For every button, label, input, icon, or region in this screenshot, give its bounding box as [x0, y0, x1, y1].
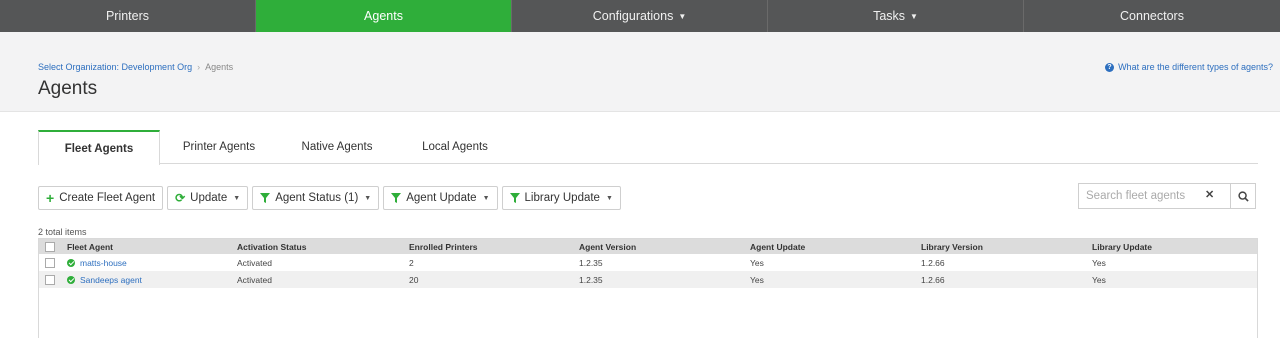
select-all-checkbox[interactable] — [45, 241, 55, 252]
nav-configurations-label: Configurations — [592, 9, 674, 23]
help-link[interactable]: ? What are the different types of agents? — [1105, 62, 1273, 72]
column-header-library-version[interactable]: Library Version — [917, 239, 1088, 254]
clear-icon[interactable]: ✕ — [1205, 188, 1214, 201]
header-band — [0, 32, 1280, 112]
fleet-agents-table: Fleet Agent Activation Status Enrolled P… — [39, 239, 1257, 288]
update-button[interactable]: ⟳ Update ▼ — [167, 186, 249, 210]
search-box: ✕ — [1078, 183, 1256, 209]
nav-tasks-label: Tasks — [873, 9, 906, 23]
select-all-cell — [39, 239, 63, 254]
tab-printer-agents-label: Printer Agents — [182, 141, 256, 153]
create-fleet-agent-label: Create Fleet Agent — [59, 192, 156, 204]
fleet-agent-cell: matts-house — [63, 254, 233, 271]
library-version-cell: 1.2.66 — [921, 274, 945, 285]
tab-native-agents-label: Native Agents — [301, 141, 373, 153]
check-circle-icon — [67, 276, 75, 285]
nav-agents[interactable]: Agents — [256, 0, 512, 32]
nav-printers-label: Printers — [105, 9, 150, 23]
total-items-count: 2 total items — [38, 227, 87, 237]
agent-tabs: Fleet Agents Printer Agents Native Agent… — [38, 130, 1258, 165]
row-checkbox[interactable] — [45, 274, 55, 285]
caret-down-icon: ▼ — [605, 194, 613, 202]
agent-status-filter-button[interactable]: Agent Status (1) ▼ — [252, 186, 380, 210]
activation-status-cell: Activated — [237, 257, 272, 268]
tab-local-agents-label: Local Agents — [422, 141, 488, 153]
page-title: Agents — [38, 78, 98, 99]
breadcrumb: Select Organization: Development Org › Age… — [38, 62, 233, 72]
caret-down-icon: ▼ — [482, 194, 490, 202]
caret-down-icon: ▼ — [910, 11, 918, 21]
agent-version-cell: 1.2.35 — [579, 274, 603, 285]
column-header-agent-version[interactable]: Agent Version — [575, 239, 746, 254]
table-header-row: Fleet Agent Activation Status Enrolled P… — [39, 239, 1257, 254]
library-update-cell: Yes — [1092, 274, 1106, 285]
table-row[interactable]: Sandeeps agent Activated 20 1.2.35 Yes 1… — [39, 271, 1257, 288]
caret-down-icon: ▼ — [678, 11, 687, 21]
fleet-agent-link[interactable]: Sandeeps agent — [80, 275, 142, 285]
toolbar: + Create Fleet Agent ⟳ Update ▼ Agent Statu… — [38, 186, 621, 210]
column-header-agent-update[interactable]: Agent Update — [746, 239, 917, 254]
update-label: Update — [190, 192, 228, 204]
tab-native-agents[interactable]: Native Agents — [278, 130, 396, 164]
tab-fleet-agents[interactable]: Fleet Agents — [38, 130, 160, 165]
enrolled-printers-cell: 20 — [409, 274, 419, 285]
table-row[interactable]: matts-house Activated 2 1.2.35 Yes 1.2.6… — [39, 254, 1257, 271]
library-update-filter-label: Library Update — [524, 192, 600, 204]
row-checkbox[interactable] — [45, 257, 55, 268]
breadcrumb-org-link[interactable]: Select Organization: Development Org — [38, 62, 192, 72]
tab-local-agents[interactable]: Local Agents — [396, 130, 514, 164]
create-fleet-agent-button[interactable]: + Create Fleet Agent — [38, 186, 164, 210]
help-link-label: What are the different types of agents? — [1118, 62, 1273, 72]
library-version-cell: 1.2.66 — [921, 257, 945, 268]
top-nav: Printers Agents Configurations ▼ Tasks ▼ C… — [0, 0, 1280, 32]
agent-status-filter-label: Agent Status (1) — [275, 192, 359, 204]
breadcrumb-separator-icon: › — [197, 62, 201, 72]
fleet-agents-grid: Fleet Agent Activation Status Enrolled P… — [38, 238, 1258, 338]
fleet-agent-link[interactable]: matts-house — [80, 258, 127, 268]
nav-tasks[interactable]: Tasks ▼ — [768, 0, 1024, 32]
agent-update-filter-button[interactable]: Agent Update ▼ — [383, 186, 498, 210]
plus-icon: + — [46, 190, 55, 206]
filter-icon — [509, 193, 520, 203]
column-header-activation-status[interactable]: Activation Status — [233, 239, 405, 254]
filter-icon — [391, 193, 402, 203]
row-select-cell — [39, 271, 63, 288]
agent-update-cell: Yes — [750, 274, 764, 285]
search-icon — [1237, 190, 1249, 202]
tab-fleet-agents-label: Fleet Agents — [64, 142, 134, 155]
fleet-agent-cell: Sandeeps agent — [63, 271, 233, 288]
agent-update-cell: Yes — [750, 257, 764, 268]
search-button[interactable] — [1230, 183, 1256, 209]
caret-down-icon: ▼ — [364, 194, 372, 202]
question-icon: ? — [1105, 62, 1115, 72]
activation-status-cell: Activated — [237, 274, 272, 285]
refresh-icon: ⟳ — [175, 191, 186, 205]
caret-down-icon: ▼ — [233, 194, 241, 202]
row-select-cell — [39, 254, 63, 271]
nav-connectors[interactable]: Connectors — [1024, 0, 1280, 32]
library-update-filter-button[interactable]: Library Update ▼ — [501, 186, 621, 210]
library-update-cell: Yes — [1092, 257, 1106, 268]
column-header-enrolled-printers[interactable]: Enrolled Printers — [405, 239, 575, 254]
enrolled-printers-cell: 2 — [409, 257, 414, 268]
breadcrumb-current: Agents — [205, 62, 234, 72]
filter-icon — [260, 193, 271, 203]
nav-printers[interactable]: Printers — [0, 0, 256, 32]
agent-version-cell: 1.2.35 — [579, 257, 603, 268]
column-header-library-update[interactable]: Library Update — [1088, 239, 1257, 254]
nav-agents-label: Agents — [364, 9, 403, 23]
nav-connectors-label: Connectors — [1120, 9, 1184, 23]
check-circle-icon — [67, 259, 75, 268]
column-header-fleet-agent[interactable]: Fleet Agent — [63, 239, 233, 254]
tab-printer-agents[interactable]: Printer Agents — [160, 130, 278, 164]
nav-configurations[interactable]: Configurations ▼ — [512, 0, 768, 32]
agent-update-filter-label: Agent Update — [406, 192, 477, 204]
